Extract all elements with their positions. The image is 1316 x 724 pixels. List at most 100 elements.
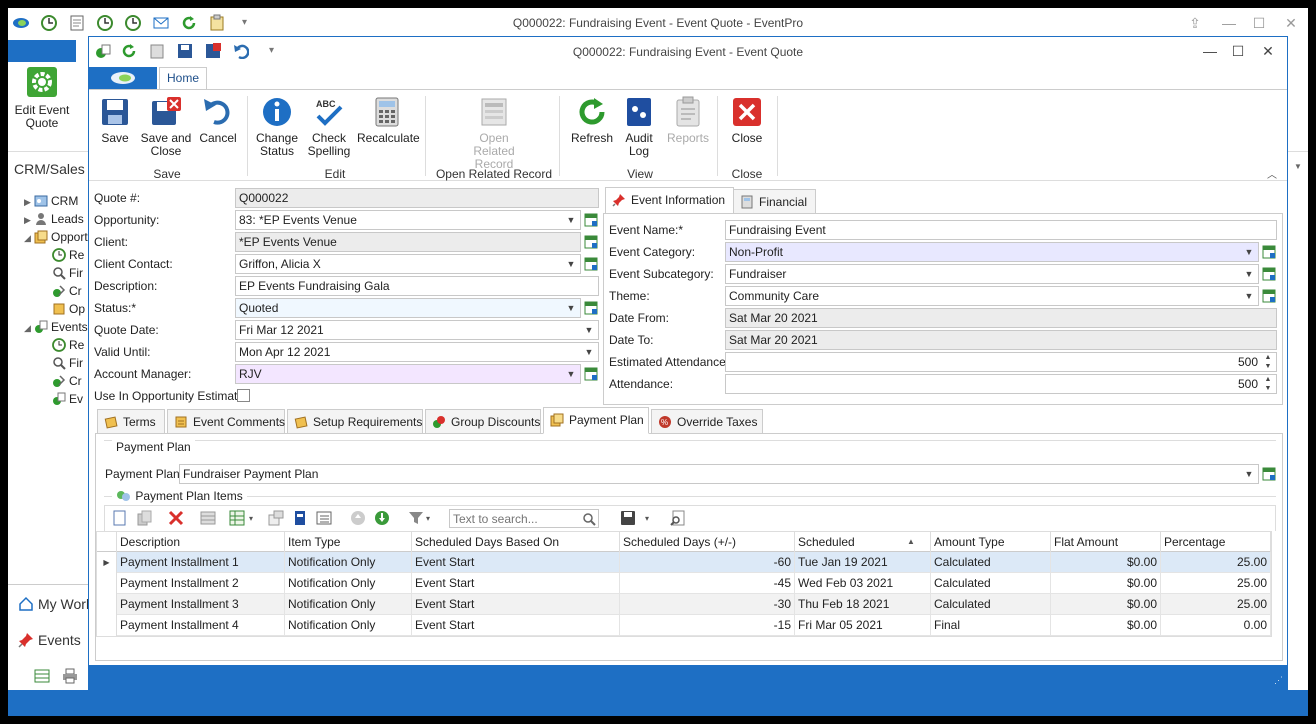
expand-arrow-icon[interactable]: ▶ — [24, 215, 34, 226]
delete-icon[interactable] — [167, 509, 185, 527]
check-spelling-button[interactable]: ABC Check Spelling — [307, 96, 351, 158]
table-row[interactable]: Payment Installment 3 Notification Only Ev… — [97, 594, 1271, 615]
chevron-down-icon[interactable]: ▼ — [1242, 465, 1256, 483]
row-indicator[interactable]: ▶ — [97, 552, 117, 573]
table-cell[interactable]: Event Start — [412, 615, 620, 636]
table-cell[interactable]: 25.00 — [1161, 552, 1271, 573]
opportunity-field[interactable]: 83: *EP Events Venue ▼ — [235, 210, 581, 230]
table-row[interactable]: Payment Installment 4 Notification Only Ev… — [97, 615, 1271, 636]
column-header[interactable]: Scheduled Days (+/-) — [620, 532, 795, 552]
table-cell[interactable]: Fri Mar 05 2021 — [795, 615, 931, 636]
dialog-minimize-button[interactable]: — — [1199, 40, 1221, 62]
collapse-ribbon-icon[interactable]: ︿ — [1267, 166, 1277, 181]
lookup-icon[interactable] — [584, 257, 598, 271]
spin-arrows-icon[interactable]: ▲ ▼ — [1262, 353, 1274, 371]
tree-item[interactable]: Op — [52, 302, 90, 320]
column-header[interactable]: Scheduled Days Based On — [412, 532, 620, 552]
lookup-icon[interactable] — [1262, 467, 1276, 481]
tree-item[interactable]: ▶ CRM — [24, 194, 90, 212]
status-field[interactable]: Quoted ▼ — [235, 298, 581, 318]
attendance-field[interactable]: 500 ▲ ▼ — [725, 374, 1277, 394]
lookup-icon[interactable] — [1262, 289, 1276, 303]
table-cell[interactable]: Wed Feb 03 2021 — [795, 573, 931, 594]
table-cell[interactable]: $0.00 — [1051, 573, 1161, 594]
tab-override-taxes[interactable]: % Override Taxes — [651, 409, 763, 434]
table-cell[interactable]: -15 — [620, 615, 795, 636]
tree-item[interactable]: ◢ Opportunities — [24, 230, 90, 248]
table-cell[interactable]: -30 — [620, 594, 795, 615]
table-cell[interactable]: Calculated — [931, 573, 1051, 594]
column-header[interactable]: Amount Type — [931, 532, 1051, 552]
filter-icon[interactable]: ▾ — [407, 509, 435, 527]
close-button[interactable]: ✕ — [1280, 12, 1302, 34]
lookup-icon[interactable] — [584, 301, 598, 315]
table-cell[interactable]: $0.00 — [1051, 552, 1161, 573]
spin-arrows-icon[interactable]: ▲ ▼ — [1262, 375, 1274, 393]
minimize-button[interactable]: — — [1218, 12, 1240, 34]
theme-field[interactable]: Community Care ▼ — [725, 286, 1259, 306]
restore-ribbon-icon[interactable]: ⇪ — [1184, 12, 1206, 34]
tree-item[interactable]: ◢ Events — [24, 320, 90, 338]
table-row[interactable]: ▶ Payment Installment 1 Notification Only E… — [97, 552, 1271, 573]
client-field[interactable]: *EP Events Venue — [235, 232, 581, 252]
tree-item[interactable]: Cr — [52, 284, 90, 302]
chevron-down-icon[interactable]: ▼ — [1242, 265, 1256, 283]
column-header[interactable]: Flat Amount — [1051, 532, 1161, 552]
tree-item[interactable]: Fir — [52, 356, 90, 374]
lookup-icon[interactable] — [584, 235, 598, 249]
row-indicator[interactable] — [97, 594, 117, 615]
copy-icon[interactable] — [135, 509, 153, 527]
table-cell[interactable]: Final — [931, 615, 1051, 636]
estimated-attendance-field[interactable]: 500 ▲ ▼ — [725, 352, 1277, 372]
reports-button[interactable]: Reports — [665, 96, 711, 145]
table-cell[interactable]: Payment Installment 1 — [117, 552, 285, 573]
search-icon[interactable] — [582, 512, 596, 526]
move-down-icon[interactable] — [373, 509, 391, 527]
sort-ascending-icon[interactable]: ▲ — [907, 532, 915, 552]
nav-my-work[interactable]: My Work — [18, 596, 93, 612]
table-cell[interactable]: $0.00 — [1051, 615, 1161, 636]
tree-item[interactable]: Re — [52, 338, 90, 356]
tree-item[interactable]: ▶ Leads — [24, 212, 90, 230]
tab-home[interactable]: Home — [159, 67, 207, 89]
table-cell[interactable]: Payment Installment 3 — [117, 594, 285, 615]
table-cell[interactable]: 25.00 — [1161, 573, 1271, 594]
dialog-maximize-button[interactable]: ☐ — [1227, 40, 1249, 62]
search-text-field[interactable] — [450, 510, 578, 527]
valid-until-field[interactable]: Mon Apr 12 2021 ▼ — [235, 342, 599, 362]
chevron-down-icon[interactable]: ▼ — [582, 321, 596, 339]
tree-item[interactable]: Fir — [52, 266, 90, 284]
row-indicator[interactable] — [97, 615, 117, 636]
column-header[interactable]: Percentage — [1161, 532, 1271, 552]
description-field[interactable]: EP Events Fundraising Gala — [235, 276, 599, 296]
expand-arrow-icon[interactable]: ◢ — [24, 233, 34, 244]
expand-arrow-icon[interactable]: ◢ — [24, 323, 34, 334]
cancel-button[interactable]: Cancel — [197, 96, 239, 145]
resize-grip-icon[interactable]: ⋰ — [1274, 675, 1283, 686]
chevron-down-icon[interactable]: ▼ — [564, 211, 578, 229]
table-cell[interactable]: Notification Only — [285, 552, 412, 573]
chevron-down-icon[interactable]: ▼ — [1242, 243, 1256, 261]
change-status-button[interactable]: Change Status — [253, 96, 301, 158]
grid-view-icon[interactable] — [34, 668, 50, 684]
preview-icon[interactable] — [669, 509, 687, 527]
table-cell[interactable]: Thu Feb 18 2021 — [795, 594, 931, 615]
tab-event-information[interactable]: Event Information — [605, 187, 735, 214]
use-in-estimate-checkbox[interactable] — [237, 389, 250, 402]
tree-item[interactable]: Re — [52, 248, 90, 266]
printer-icon[interactable] — [62, 668, 78, 684]
table-cell[interactable]: Payment Installment 2 — [117, 573, 285, 594]
collapse-arrow-icon[interactable]: ▼ — [1294, 162, 1302, 171]
chevron-down-icon[interactable]: ▼ — [564, 299, 578, 317]
add-items-icon[interactable]: ▾ — [229, 509, 259, 527]
tab-payment-plan[interactable]: Payment Plan — [543, 407, 649, 434]
lookup-icon[interactable] — [1262, 267, 1276, 281]
save-layout-icon[interactable]: ▾ — [619, 509, 653, 527]
event-subcategory-field[interactable]: Fundraiser ▼ — [725, 264, 1259, 284]
table-cell[interactable]: Tue Jan 19 2021 — [795, 552, 931, 573]
refresh-button[interactable]: Refresh — [569, 96, 615, 145]
table-cell[interactable]: Calculated — [931, 552, 1051, 573]
account-manager-field[interactable]: RJV ▼ — [235, 364, 581, 384]
table-cell[interactable]: Calculated — [931, 594, 1051, 615]
tab-event-comments[interactable]: Event Comments — [167, 409, 285, 434]
